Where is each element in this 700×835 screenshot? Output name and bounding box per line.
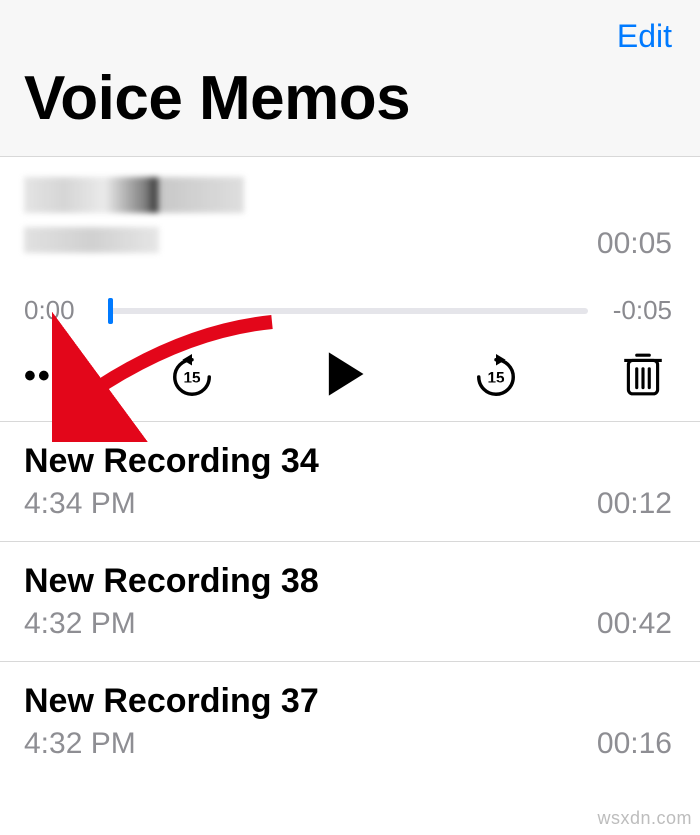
svg-text:15: 15 [487,369,505,386]
playback-controls: ••• 15 15 [24,348,672,405]
header-bar: Edit Voice Memos [0,0,700,157]
svg-text:15: 15 [183,369,201,386]
recording-row[interactable]: New Recording 34 4:34 PM 00:12 [0,422,700,542]
selected-recording-title-redacted [24,177,244,213]
play-icon [318,348,370,400]
page-title: Voice Memos [24,63,672,134]
recording-duration: 00:42 [597,607,672,641]
selected-total-duration: 00:05 [597,227,672,261]
recording-row[interactable]: New Recording 37 4:32 PM 00:16 [0,662,700,781]
selected-recording-date-redacted [24,227,159,253]
watermark: wsxdn.com [597,808,692,829]
recording-title: New Recording 34 [24,442,672,481]
recording-row[interactable]: New Recording 38 4:32 PM 00:42 [0,542,700,662]
delete-button[interactable] [622,350,664,403]
play-button[interactable] [318,348,370,405]
recording-time: 4:32 PM [24,607,136,641]
header-row: Edit [24,18,672,63]
playhead-icon[interactable] [108,298,113,324]
elapsed-time: 0:00 [24,295,92,326]
playback-scrubber[interactable]: 0:00 -0:05 [24,295,672,326]
trash-icon [622,350,664,398]
more-options-button[interactable]: ••• [24,357,66,396]
remaining-time: -0:05 [604,295,672,326]
skip-back-15-button[interactable]: 15 [167,352,217,402]
recording-time: 4:32 PM [24,727,136,761]
skip-forward-icon: 15 [473,354,519,400]
recording-duration: 00:16 [597,727,672,761]
ellipsis-icon: ••• [24,357,66,395]
recording-title: New Recording 37 [24,682,672,721]
recording-title: New Recording 38 [24,562,672,601]
recording-time: 4:34 PM [24,487,136,521]
recording-duration: 00:12 [597,487,672,521]
skip-forward-15-button[interactable]: 15 [471,352,521,402]
selected-recording[interactable]: 00:05 0:00 -0:05 ••• 15 [0,157,700,422]
edit-button[interactable]: Edit [617,18,672,55]
skip-back-icon: 15 [169,354,215,400]
scrubber-track[interactable] [108,308,588,314]
